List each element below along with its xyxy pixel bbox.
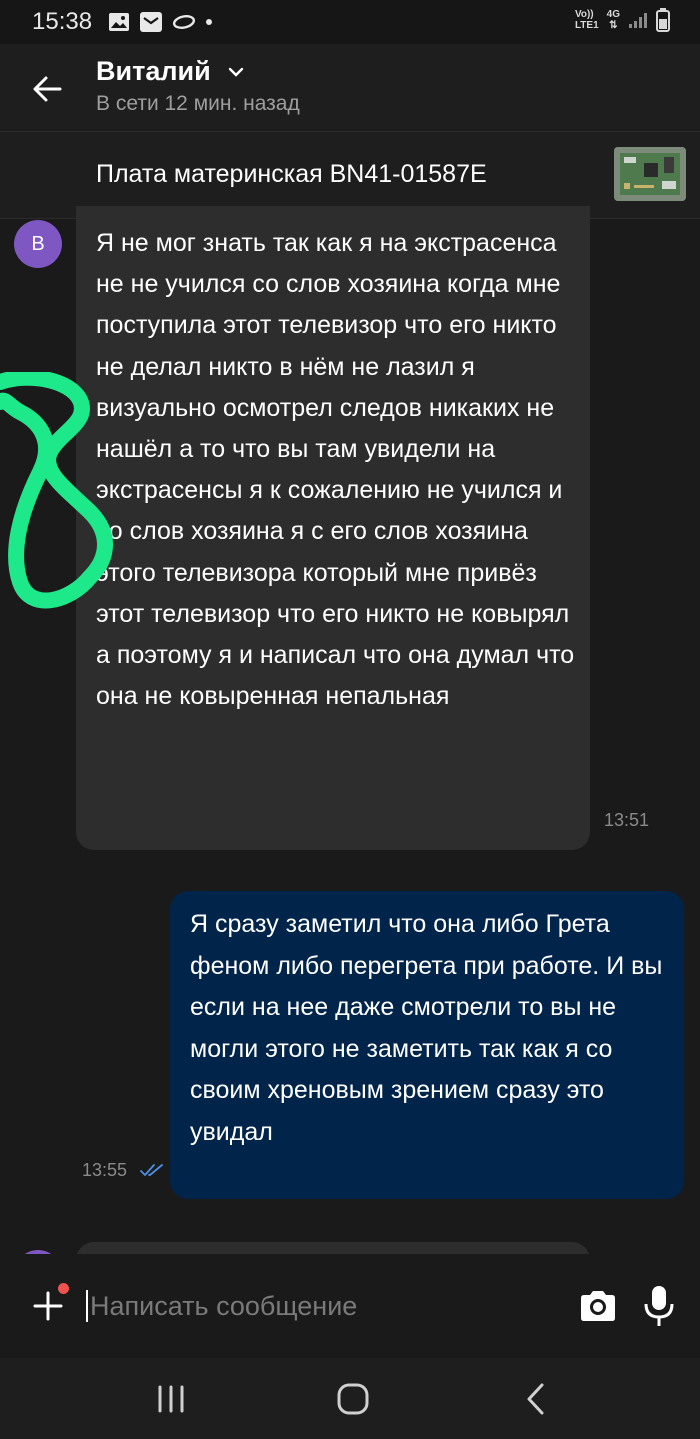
status-time: 15:38 <box>32 8 93 35</box>
contact-avatar[interactable]: В <box>14 220 62 268</box>
microphone-icon[interactable] <box>642 1284 676 1328</box>
status-bar: 15:38 Vo)) LTE1 4G ⇅ <box>0 0 700 44</box>
contact-status: В сети 12 мин. назад <box>96 92 300 115</box>
email-icon <box>140 12 162 32</box>
image-icon <box>109 13 129 31</box>
battery-icon <box>656 8 670 32</box>
home-icon[interactable] <box>335 1381 371 1417</box>
notification-dot <box>58 1283 69 1294</box>
plus-icon[interactable] <box>32 1290 64 1322</box>
data-type-indicator: 4G ⇅ <box>607 9 620 31</box>
contact-name[interactable]: Виталий <box>96 56 211 87</box>
chat-header: Виталий В сети 12 мин. назад <box>0 44 700 130</box>
text-cursor <box>86 1290 88 1322</box>
back-arrow-icon[interactable] <box>28 70 66 108</box>
outgoing-message-time: 13:55 <box>82 1160 128 1180</box>
outgoing-message-text: Я сразу заметил что она либо Грета феном… <box>190 910 663 1146</box>
dot-icon <box>206 19 212 25</box>
incoming-message-bubble[interactable]: Я не мог знать так как я на экстрасенса … <box>76 206 590 850</box>
lte-label: LTE1 <box>574 20 599 31</box>
read-ticks-icon <box>140 1164 163 1176</box>
system-nav-bar <box>0 1358 700 1439</box>
circuit-board-image <box>614 147 686 201</box>
incoming-message-time: 13:51 <box>604 810 650 830</box>
volte-label: Vo)) <box>574 9 594 20</box>
outgoing-message-bubble[interactable]: Я сразу заметил что она либо Грета феном… <box>170 891 684 1199</box>
network-indicator: Vo)) LTE1 <box>575 9 599 31</box>
recent-apps-icon[interactable] <box>156 1385 186 1413</box>
data-arrows-icon: ⇅ <box>609 20 618 31</box>
chevron-down-icon[interactable] <box>228 66 244 78</box>
incoming-message-text: Я не мог знать так как я на экстрасенса … <box>96 229 575 711</box>
product-thumbnail[interactable] <box>614 147 686 201</box>
message-input[interactable] <box>90 1284 560 1328</box>
signal-icon <box>629 13 647 28</box>
status-notification-icons <box>108 10 213 34</box>
camera-icon[interactable] <box>578 1288 618 1324</box>
avito-icon <box>172 15 196 29</box>
data-type-label: 4G <box>606 9 620 20</box>
status-system-icons: Vo)) LTE1 4G ⇅ <box>575 8 670 32</box>
message-composer <box>0 1254 700 1358</box>
product-title[interactable]: Плата материнская BN41-01587E <box>96 160 487 189</box>
back-icon[interactable] <box>524 1382 548 1416</box>
